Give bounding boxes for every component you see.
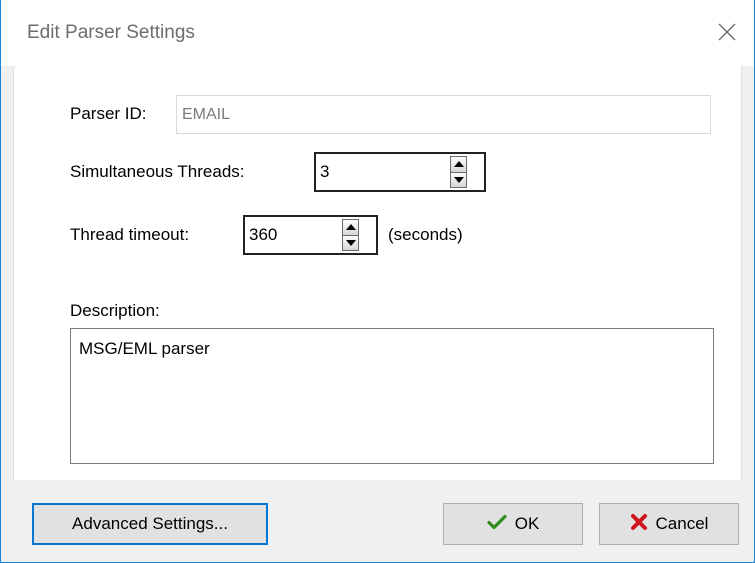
parser-id-field: EMAIL	[176, 95, 711, 134]
timeout-decrement[interactable]	[342, 235, 359, 251]
red-x-icon	[630, 513, 648, 536]
arrow-up-icon	[345, 224, 356, 231]
ok-label: OK	[514, 514, 540, 533]
title-bar: Edit Parser Settings	[1, 0, 754, 66]
advanced-settings-button[interactable]: Advanced Settings...	[32, 503, 268, 545]
cancel-label: Cancel	[655, 514, 709, 533]
parser-id-value: EMAIL	[182, 105, 231, 123]
threads-spinner[interactable]: 3	[314, 152, 486, 192]
timeout-unit-label: (seconds)	[388, 225, 463, 244]
timeout-increment[interactable]	[342, 219, 359, 236]
description-value: MSG/EML parser	[79, 339, 210, 358]
timeout-label: Thread timeout:	[70, 225, 190, 244]
advanced-settings-label: Advanced Settings...	[72, 514, 228, 533]
parser-id-label: Parser ID:	[70, 104, 147, 123]
dialog-window: Edit Parser Settings Parser ID: EMAIL Si…	[0, 0, 755, 563]
settings-panel: Parser ID: EMAIL Simultaneous Threads: 3…	[13, 66, 742, 480]
threads-spin-buttons[interactable]	[450, 156, 467, 188]
threads-value: 3	[320, 162, 330, 181]
timeout-spin-buttons[interactable]	[342, 219, 359, 251]
threads-increment[interactable]	[450, 156, 467, 173]
arrow-up-icon	[453, 161, 464, 168]
arrow-down-icon	[345, 239, 356, 246]
threads-decrement[interactable]	[450, 172, 467, 188]
timeout-value: 360	[249, 225, 278, 244]
description-label: Description:	[70, 301, 160, 320]
window-title: Edit Parser Settings	[27, 22, 195, 43]
threads-label: Simultaneous Threads:	[70, 162, 245, 181]
cancel-button[interactable]: Cancel	[599, 503, 739, 545]
arrow-down-icon	[453, 176, 464, 183]
description-textarea[interactable]: MSG/EML parser	[70, 328, 714, 464]
close-button[interactable]	[700, 10, 754, 54]
ok-button[interactable]: OK	[443, 503, 583, 545]
close-icon	[718, 23, 736, 41]
timeout-spinner[interactable]: 360	[243, 215, 378, 255]
checkmark-icon	[487, 514, 507, 535]
